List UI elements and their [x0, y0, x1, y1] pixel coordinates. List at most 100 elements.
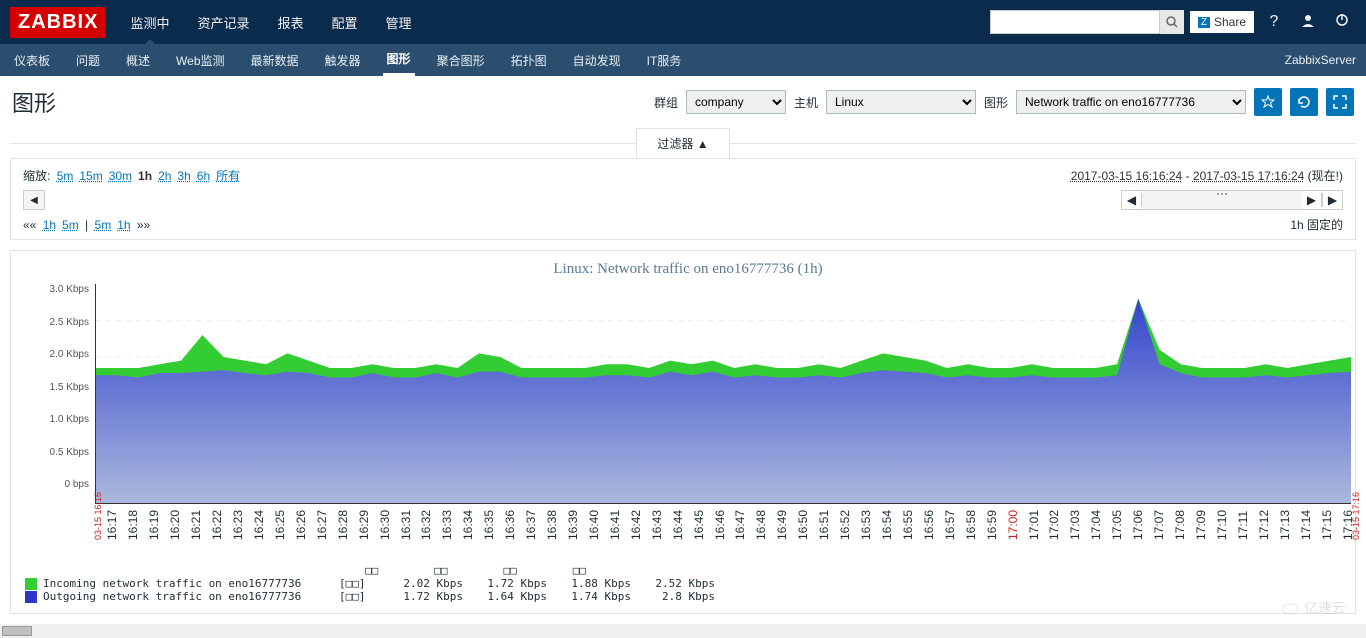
time-to[interactable]: 2017-03-15 17:16:24: [1193, 169, 1304, 183]
x-tick: 16:47: [733, 510, 747, 540]
x-tick: 16:35: [482, 510, 496, 540]
subnav-item[interactable]: IT服务: [643, 44, 686, 76]
x-tick: 16:54: [880, 510, 894, 540]
y-tick: 0.5 Kbps: [25, 447, 89, 458]
top-right: ZShare ?: [990, 10, 1356, 34]
legend-name: Outgoing network traffic on eno16777736: [43, 590, 333, 603]
user-icon[interactable]: [1294, 13, 1322, 32]
quick-link[interactable]: 5m: [95, 218, 112, 232]
x-tick: 16:24: [252, 510, 266, 540]
legend-name: Incoming network traffic on eno16777736: [43, 577, 333, 590]
time-controls: 缩放: 5m 15m 30m 1h 2h 3h 6h 所有 2017-03-15 16:16:…: [10, 158, 1356, 240]
subnav-item[interactable]: 自动发现: [569, 44, 625, 76]
graph-select[interactable]: Network traffic on eno16777736: [1016, 90, 1246, 114]
subnav-item[interactable]: 聚合图形: [433, 44, 489, 76]
prev-button[interactable]: ◀: [23, 190, 45, 210]
chart-area: 3.0 Kbps2.5 Kbps2.0 Kbps1.5 Kbps1.0 Kbps…: [25, 284, 1351, 504]
subnav-item[interactable]: 图形: [383, 44, 415, 76]
subnav-item[interactable]: 问题: [72, 44, 104, 76]
subnav-item[interactable]: Web监测: [172, 44, 228, 76]
server-name[interactable]: ZabbixServer: [1285, 53, 1356, 67]
y-tick: 3.0 Kbps: [25, 284, 89, 295]
time-slider[interactable]: ◀ ▶ ▶: [1121, 190, 1343, 210]
zoom-option[interactable]: 1h: [138, 169, 152, 183]
search-button[interactable]: [1160, 10, 1184, 34]
legend-header: □□: [573, 564, 586, 577]
legend-value: 1.74 Kbps: [553, 590, 631, 603]
x-tick: 16:46: [713, 510, 727, 540]
x-tick: 16:23: [231, 510, 245, 540]
zoom-option[interactable]: 15m: [79, 169, 102, 183]
logo[interactable]: ZABBIX: [10, 7, 106, 38]
subnav-item[interactable]: 触发器: [321, 44, 365, 76]
topnav-item[interactable]: 监测中: [116, 0, 183, 44]
x-tick: 16:19: [147, 510, 161, 540]
zoom-option[interactable]: 所有: [216, 169, 240, 183]
fullscreen-button[interactable]: [1326, 88, 1354, 116]
legend-value: 2.52 Kbps: [637, 577, 715, 590]
refresh-button[interactable]: [1290, 88, 1318, 116]
x-tick: 17:00: [1006, 510, 1020, 540]
slider-right-icon[interactable]: ▶: [1302, 193, 1322, 207]
x-tick: 16:27: [315, 510, 329, 540]
page-header: 图形 群组 company 主机 Linux 图形 Network traffi…: [0, 76, 1366, 128]
quick-link[interactable]: 1h: [117, 218, 130, 232]
x-tick: 16:37: [524, 510, 538, 540]
zoom-option[interactable]: 2h: [158, 169, 171, 183]
group-select[interactable]: company: [686, 90, 786, 114]
share-button[interactable]: ZShare: [1190, 11, 1254, 33]
quick-link[interactable]: 5m: [62, 218, 79, 232]
x-tick: 17:11: [1236, 511, 1250, 540]
subnav-item[interactable]: 概述: [122, 44, 154, 76]
legend: □□□□□□□□ Incoming network traffic on eno…: [25, 564, 1351, 603]
subnav-item[interactable]: 最新数据: [247, 44, 303, 76]
y-tick: 2.5 Kbps: [25, 317, 89, 328]
y-tick: 1.0 Kbps: [25, 414, 89, 425]
slider-left-icon[interactable]: ◀: [1122, 193, 1142, 207]
zoom-option[interactable]: 6h: [197, 169, 210, 183]
time-range: 2017-03-15 16:16:24 - 2017-03-15 17:16:2…: [1071, 167, 1343, 184]
topnav-item[interactable]: 资产记录: [183, 0, 263, 44]
host-select[interactable]: Linux: [826, 90, 976, 114]
topnav-item[interactable]: 管理: [372, 0, 426, 44]
x-tick: 17:15: [1320, 510, 1334, 540]
zoom-option[interactable]: 30m: [109, 169, 132, 183]
cloud-icon: [1280, 601, 1300, 615]
x-tick: 17:13: [1278, 510, 1292, 540]
power-icon[interactable]: [1328, 13, 1356, 32]
filter-toggle[interactable]: 过滤器 ▲: [636, 128, 729, 158]
x-tick: 16:31: [399, 510, 413, 540]
x-tick: 16:25: [273, 510, 287, 540]
topnav-item[interactable]: 报表: [263, 0, 317, 44]
host-label: 主机: [794, 94, 818, 111]
legend-swatch: [25, 591, 37, 603]
topnav-item[interactable]: 配置: [318, 0, 372, 44]
search-icon: [1166, 16, 1178, 28]
slider-end-icon[interactable]: ▶: [1322, 193, 1342, 207]
x-tick: 16:44: [671, 510, 685, 540]
time-now[interactable]: (现在!): [1308, 169, 1343, 183]
x-tick: 17:02: [1047, 510, 1061, 540]
plot-area[interactable]: [95, 284, 1351, 504]
subnav-item[interactable]: 仪表板: [10, 44, 54, 76]
zoom-option[interactable]: 3h: [177, 169, 190, 183]
favorite-button[interactable]: [1254, 88, 1282, 116]
x-tick: 16:53: [859, 510, 873, 540]
quick-nav-row: «« 1h5m | 5m1h »» 1h 固定的: [23, 216, 1343, 233]
horizontal-scrollbar[interactable]: [0, 624, 1366, 638]
x-tick: 16:56: [922, 510, 936, 540]
group-label: 群组: [654, 94, 678, 111]
legend-header: □□: [504, 564, 517, 577]
watermark: 亿速云: [1280, 598, 1346, 618]
subnav-item[interactable]: 拓扑图: [507, 44, 551, 76]
zoom-option[interactable]: 5m: [57, 169, 74, 183]
search-input[interactable]: [990, 10, 1160, 34]
x-axis: 03-15 16:1616:1716:1816:1916:2016:2116:2…: [95, 504, 1351, 554]
zoom-links: 缩放: 5m 15m 30m 1h 2h 3h 6h 所有: [23, 167, 243, 184]
help-icon[interactable]: ?: [1260, 13, 1288, 31]
legend-value: 1.64 Kbps: [469, 590, 547, 603]
zoom-label: 缩放:: [23, 169, 50, 183]
time-from[interactable]: 2017-03-15 16:16:24: [1071, 169, 1182, 183]
zoom-row: 缩放: 5m 15m 30m 1h 2h 3h 6h 所有 2017-03-15 16:16:…: [23, 167, 1343, 184]
quick-link[interactable]: 1h: [43, 218, 56, 232]
